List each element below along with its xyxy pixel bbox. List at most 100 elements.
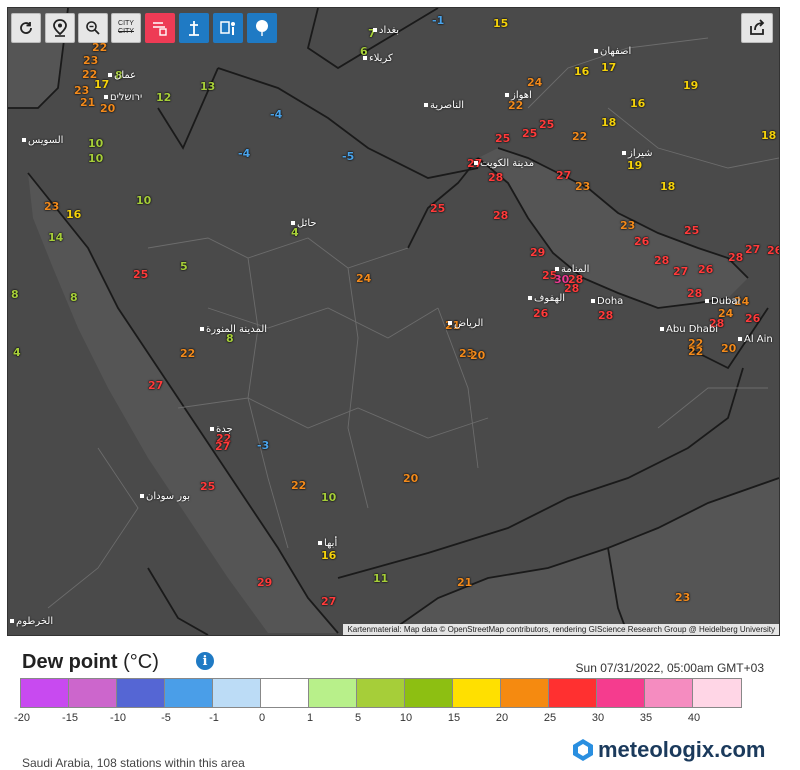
map-attribution: Kartenmaterial: Map data © OpenStreetMap… [343, 624, 779, 635]
station-value[interactable]: 22 [688, 346, 703, 357]
color-swatch [117, 679, 165, 707]
station-value[interactable]: 27 [673, 266, 688, 277]
station-value[interactable]: 24 [527, 77, 542, 88]
station-value[interactable]: 8 [70, 292, 78, 303]
city-marker [22, 138, 26, 142]
station-value[interactable]: 25 [430, 203, 445, 214]
station-value[interactable]: 25 [539, 119, 554, 130]
station-value[interactable]: 19 [627, 160, 642, 171]
station-value[interactable]: 22 [92, 42, 107, 53]
station-value[interactable]: 21 [80, 97, 95, 108]
station-value[interactable]: 28 [728, 252, 743, 263]
city-name: أبها [324, 538, 338, 549]
station-value[interactable]: 12 [156, 92, 171, 103]
station-value[interactable]: 24 [356, 273, 371, 284]
station-value[interactable]: 10 [88, 138, 103, 149]
station-value[interactable]: 26 [533, 308, 548, 319]
station-value[interactable]: 25 [200, 481, 215, 492]
station-value[interactable]: 25 [684, 225, 699, 236]
station-value[interactable]: 16 [321, 550, 336, 561]
station-value[interactable]: 20 [470, 350, 485, 361]
station-value[interactable]: -3 [257, 440, 269, 451]
station-value[interactable]: 11 [373, 573, 388, 584]
info-icon[interactable]: i [196, 652, 214, 670]
station-value[interactable]: 18 [761, 130, 776, 141]
wind-layer-button[interactable] [145, 13, 175, 43]
station-value[interactable]: 20 [100, 103, 115, 114]
station-value[interactable]: 10 [88, 153, 103, 164]
station-value[interactable]: 10 [136, 195, 151, 206]
station-value[interactable]: 13 [200, 81, 215, 92]
station-value[interactable]: 28 [488, 172, 503, 183]
station-value[interactable]: 22 [291, 480, 306, 491]
station-value[interactable]: 25 [133, 269, 148, 280]
city-marker [705, 299, 709, 303]
station-value[interactable]: 27 [745, 244, 760, 255]
station-value[interactable]: 17 [601, 62, 616, 73]
station-value[interactable]: 20 [721, 343, 736, 354]
station-value[interactable]: 23 [620, 220, 635, 231]
station-value[interactable]: -5 [342, 151, 354, 162]
station-value[interactable]: 18 [601, 117, 616, 128]
share-button[interactable] [741, 13, 773, 43]
observer-layer-button[interactable] [213, 13, 243, 43]
city-marker [291, 221, 295, 225]
city-marker [210, 427, 214, 431]
station-value[interactable]: -4 [270, 109, 282, 120]
station-value[interactable]: 28 [493, 210, 508, 221]
station-value[interactable]: 29 [257, 577, 272, 588]
station-value[interactable]: 27 [556, 170, 571, 181]
station-value[interactable]: 28 [564, 283, 579, 294]
station-value[interactable]: 28 [598, 310, 613, 321]
station-value[interactable]: 22 [508, 100, 523, 111]
station-value[interactable]: 8 [11, 289, 19, 300]
station-value[interactable]: 28 [687, 288, 702, 299]
station-value[interactable]: 14 [48, 232, 63, 243]
brand-logo[interactable]: meteologix.com [572, 737, 765, 763]
refresh-icon [20, 22, 32, 34]
station-value[interactable]: 23 [575, 181, 590, 192]
station-value[interactable]: 15 [493, 18, 508, 29]
station-value[interactable]: 27 [148, 380, 163, 391]
station-value[interactable]: 22 [572, 131, 587, 142]
weather-map[interactable]: 22 23 22 8 17 23 21 20 12 13 10 10 10 23 16 14 8 8 4 25 5 4 -4… [7, 7, 780, 636]
city-marker [10, 619, 14, 623]
legend-title-text: Dew point [22, 651, 118, 673]
station-layer-button[interactable] [179, 13, 209, 43]
station-value[interactable]: 23 [44, 201, 59, 212]
city-toggle-button[interactable]: CITY CITY [111, 13, 141, 43]
station-value[interactable]: 18 [660, 181, 675, 192]
station-value[interactable]: 22 [180, 348, 195, 359]
station-value[interactable]: -4 [238, 148, 250, 159]
zoom-out-button[interactable] [78, 13, 108, 43]
balloon-layer-button[interactable] [247, 13, 277, 43]
person-icon [220, 21, 235, 35]
station-value[interactable]: 5 [180, 261, 188, 272]
station-value[interactable]: 26 [634, 236, 649, 247]
refresh-button[interactable] [11, 13, 41, 43]
station-value[interactable]: 28 [654, 255, 669, 266]
color-swatch [21, 679, 69, 707]
station-value[interactable]: 26 [745, 313, 760, 324]
station-value[interactable]: 27 [321, 596, 336, 607]
station-value[interactable]: 26 [698, 264, 713, 275]
station-value[interactable]: 16 [630, 98, 645, 109]
station-value[interactable]: 23 [675, 592, 690, 603]
station-value[interactable]: 25 [522, 128, 537, 139]
station-value[interactable]: 20 [403, 473, 418, 484]
location-button[interactable] [45, 13, 75, 43]
station-value[interactable]: 29 [530, 247, 545, 258]
station-value[interactable]: 23 [74, 85, 89, 96]
station-value[interactable]: -1 [432, 15, 444, 26]
station-value[interactable]: 26 [767, 245, 779, 256]
station-value[interactable]: 21 [457, 577, 472, 588]
station-value[interactable]: 25 [495, 133, 510, 144]
station-value[interactable]: 16 [574, 66, 589, 77]
station-value[interactable]: 27 [215, 441, 230, 452]
city-marker [555, 267, 559, 271]
station-value[interactable]: 19 [683, 80, 698, 91]
station-value[interactable]: 4 [13, 347, 21, 358]
station-value[interactable]: 23 [83, 55, 98, 66]
station-value[interactable]: 16 [66, 209, 81, 220]
station-value[interactable]: 10 [321, 492, 336, 503]
